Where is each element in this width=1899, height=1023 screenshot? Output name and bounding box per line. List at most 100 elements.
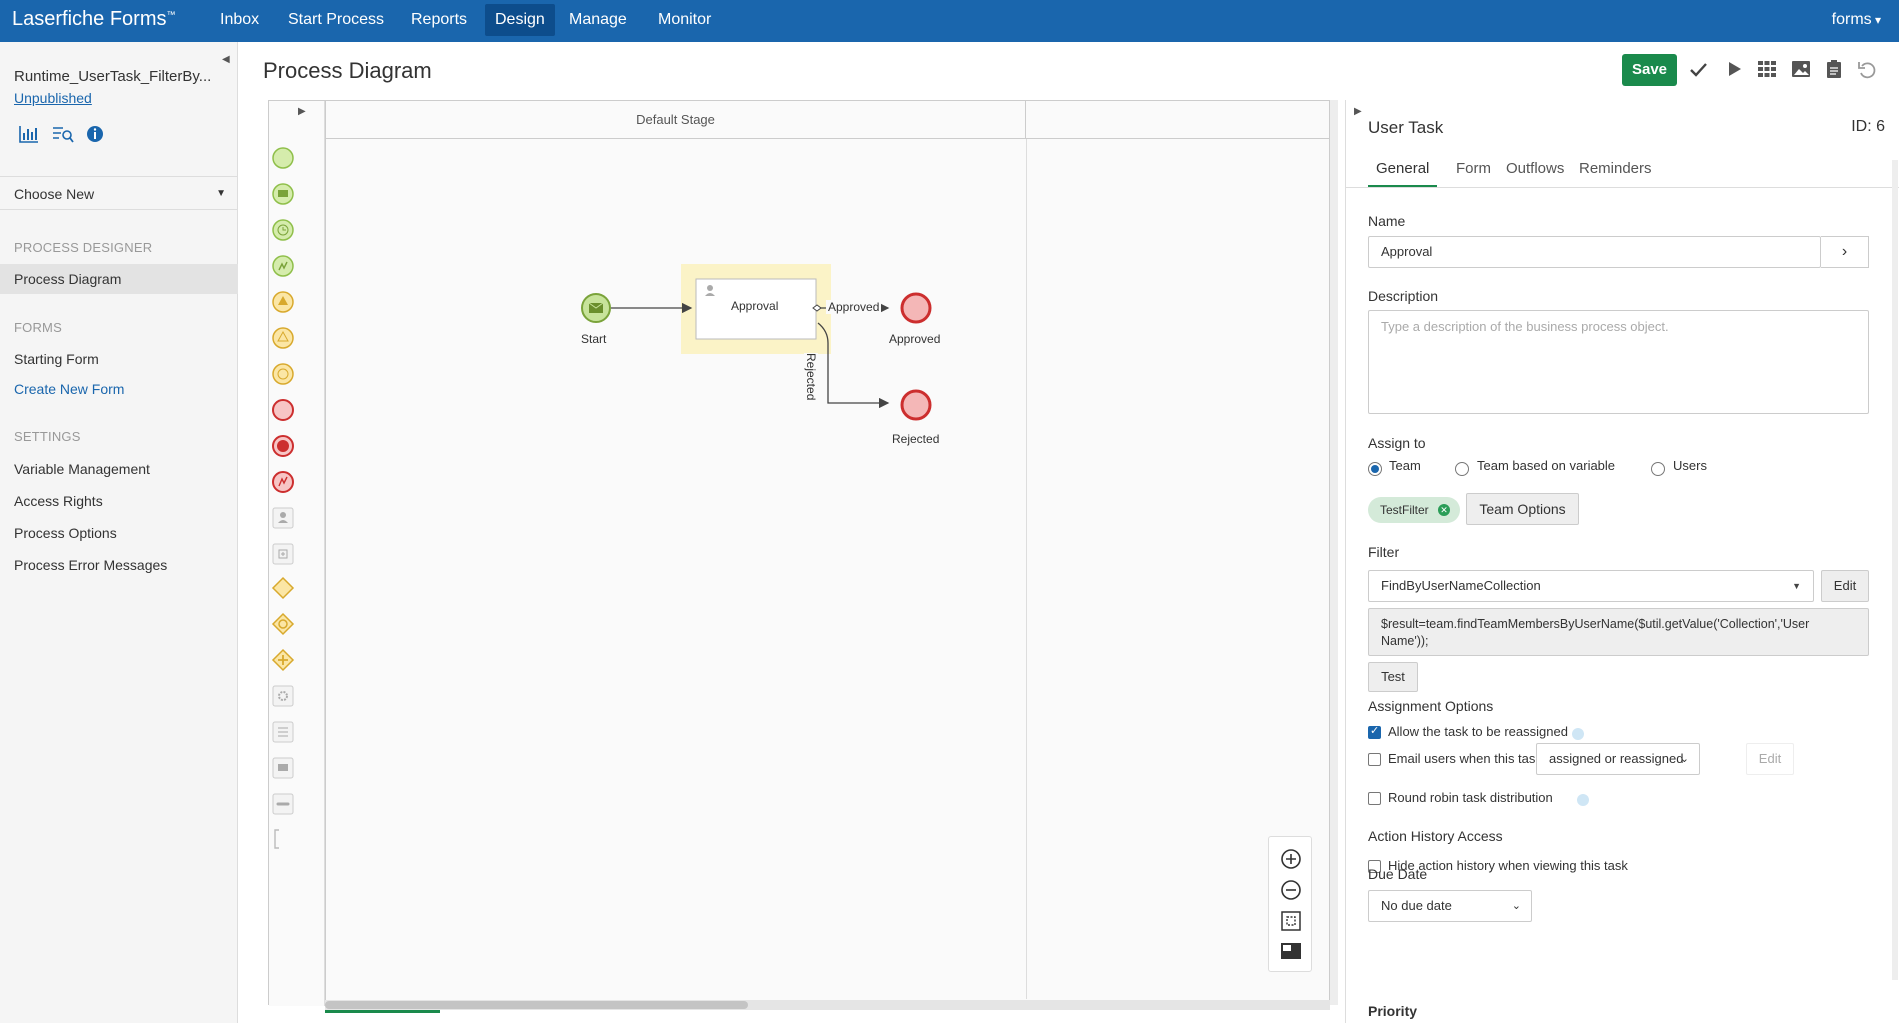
nav-inbox[interactable]: Inbox [210,4,269,36]
tab-general[interactable]: General [1368,156,1438,188]
priority-label: Priority [1368,1003,1418,1019]
filter-select[interactable]: FindByUserNameCollection ▼ [1368,570,1814,602]
team-chip[interactable]: TestFilter ✕ [1368,497,1460,523]
exclusive-gateway-icon[interactable] [271,576,295,600]
error-end-event-icon[interactable] [272,471,294,493]
process-diagram-canvas[interactable]: Default Stage Start Approval Approved Re… [325,100,1330,1005]
tab-reminders[interactable]: Reminders [1571,156,1660,188]
section-process-designer: PROCESS DESIGNER [14,240,153,255]
end-event-icon[interactable] [272,399,294,421]
palette-icons [271,147,295,849]
minimap-icon[interactable] [1281,943,1301,959]
message-start-event-icon[interactable] [272,183,294,205]
tab-outflows[interactable]: Outflows [1498,156,1572,188]
horizontal-scrollbar[interactable] [325,1000,1330,1010]
nav-design[interactable]: Design [485,4,555,36]
user-menu[interactable]: forms [1832,0,1881,42]
sidebar-item-access-rights[interactable]: Access Rights [0,486,238,516]
nav-monitor[interactable]: Monitor [648,4,721,36]
validate-check-icon[interactable] [1687,58,1709,80]
sidebar-item-create-new-form[interactable]: Create New Form [0,374,238,404]
collapse-sidebar-icon[interactable]: ◀ [222,54,230,65]
subprocess-icon[interactable] [272,543,294,565]
user-task-icon[interactable] [272,507,294,529]
nav-start-process[interactable]: Start Process [278,4,394,36]
end-event-rejected[interactable] [900,389,932,421]
info-icon[interactable] [85,124,107,144]
help-icon[interactable] [1577,794,1589,806]
sidebar-item-process-options[interactable]: Process Options [0,518,238,548]
inclusive-gateway-icon[interactable] [271,612,295,636]
grid-icon[interactable] [1756,58,1778,80]
intermediate-timer-event-icon[interactable] [272,363,294,385]
name-input[interactable]: Approval [1368,236,1821,268]
section-forms: FORMS [14,320,62,335]
zoom-out-icon[interactable] [1281,880,1301,900]
intermediate-signal-event-icon[interactable] [272,291,294,313]
sidebar-item-variable-management[interactable]: Variable Management [0,454,238,484]
panel-scrollbar[interactable] [1892,160,1898,980]
reassign-checkbox[interactable] [1368,724,1381,739]
filter-label: Filter [1368,544,1400,560]
timer-start-event-icon[interactable] [272,219,294,241]
round-robin-checkbox[interactable] [1368,792,1381,805]
nav-reports[interactable]: Reports [401,4,477,36]
vertical-scrollbar[interactable] [1330,100,1338,1005]
remove-chip-icon[interactable]: ✕ [1438,504,1450,516]
chart-icon[interactable] [18,124,40,144]
start-event-icon[interactable] [272,147,294,169]
email-label: Email users when this task is [1388,751,1555,766]
service-task-icon[interactable] [272,685,294,707]
undo-icon[interactable] [1856,58,1878,80]
end-event-approved[interactable] [900,292,932,324]
publish-status-link[interactable]: Unpublished [14,90,92,106]
sidebar-item-process-diagram[interactable]: Process Diagram [0,264,238,294]
run-play-icon[interactable] [1723,58,1745,80]
email-task-icon[interactable] [272,757,294,779]
expand-palette-icon[interactable]: ▶ [298,106,306,117]
description-textarea[interactable]: Type a description of the business proce… [1368,310,1869,414]
zoom-in-icon[interactable] [1281,849,1301,869]
terminate-end-event-icon[interactable] [272,435,294,457]
tab-divider [1346,187,1899,188]
action-history-label: Action History Access [1368,828,1503,844]
round-robin-label: Round robin task distribution [1388,790,1553,805]
link-task-icon[interactable] [272,793,294,815]
signal-start-event-icon[interactable] [272,255,294,277]
choose-new-dropdown[interactable]: Choose New ▼ [0,176,238,210]
sidebar-item-starting-form[interactable]: Starting Form [0,344,238,374]
radio-team-variable[interactable] [1455,462,1469,476]
clipboard-icon[interactable] [1823,58,1845,80]
save-button[interactable]: Save [1622,54,1677,86]
sidebar-item-process-error-messages[interactable]: Process Error Messages [0,550,238,580]
due-date-select[interactable]: No due date ⌄ [1368,890,1532,922]
email-edit-button[interactable]: Edit [1746,743,1794,775]
active-tab-indicator [325,1010,440,1013]
nav-manage[interactable]: Manage [559,4,637,36]
radio-users[interactable] [1651,462,1665,476]
help-icon[interactable] [1572,728,1584,740]
email-checkbox[interactable] [1368,753,1381,766]
fit-to-screen-icon[interactable] [1281,911,1301,931]
start-event[interactable] [581,293,611,323]
sidebar: ◀ Runtime_UserTask_FilterBy... Unpublish… [0,42,238,1023]
top-navigation-bar: Laserfiche Forms™ Inbox Start Process Re… [0,0,1899,42]
test-button[interactable]: Test [1368,662,1418,692]
radio-team[interactable] [1368,462,1382,476]
filter-edit-button[interactable]: Edit [1821,570,1869,602]
image-icon[interactable] [1790,58,1812,80]
section-settings: SETTINGS [14,429,81,444]
script-task-icon[interactable] [272,721,294,743]
brand-logo[interactable]: Laserfiche Forms™ [12,8,176,31]
email-trigger-select[interactable]: assigned or reassigned ⌄ [1536,743,1700,775]
radio-users-label: Users [1673,458,1707,473]
intermediate-throw-event-icon[interactable] [272,327,294,349]
parallel-gateway-icon[interactable] [271,648,295,672]
chevron-right-icon[interactable]: › [1821,236,1869,268]
search-list-icon[interactable] [52,124,74,144]
collapse-panel-icon[interactable]: ▶ [1354,106,1362,117]
tab-form[interactable]: Form [1448,156,1499,188]
scroll-thumb[interactable] [325,1001,748,1009]
annotation-icon[interactable] [274,829,279,849]
team-options-button[interactable]: Team Options [1466,493,1579,525]
